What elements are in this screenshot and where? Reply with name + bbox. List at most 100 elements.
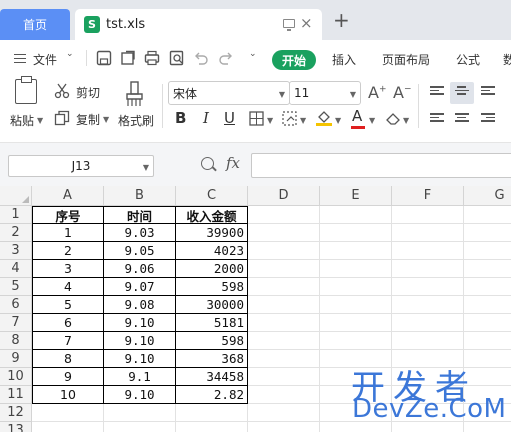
- cell-c12[interactable]: [176, 404, 248, 422]
- paste-caret-icon[interactable]: ▼: [37, 116, 43, 125]
- cell-b6[interactable]: 9.08: [104, 296, 176, 314]
- cell-d3[interactable]: [248, 242, 320, 260]
- fill-pattern-icon[interactable]: [282, 111, 298, 126]
- cell-a5[interactable]: 4: [32, 278, 104, 296]
- underline-button[interactable]: U: [224, 109, 235, 127]
- cell-c7[interactable]: 5181: [176, 314, 248, 332]
- column-header-d[interactable]: D: [248, 186, 320, 206]
- tab-home[interactable]: 首页: [0, 9, 70, 40]
- cell-c10[interactable]: 34458: [176, 368, 248, 386]
- cell-a13[interactable]: [32, 422, 104, 432]
- tab-page-layout[interactable]: 页面布局: [382, 51, 430, 68]
- cell-g4[interactable]: [464, 260, 511, 278]
- increase-font-size-icon[interactable]: A+: [368, 83, 387, 102]
- cell-a4[interactable]: 3: [32, 260, 104, 278]
- cell-c6[interactable]: 30000: [176, 296, 248, 314]
- row-header-7[interactable]: 7: [0, 314, 32, 332]
- cut-label[interactable]: 剪切: [76, 84, 100, 101]
- cell-a11[interactable]: 10: [32, 386, 104, 404]
- row-header-2[interactable]: 2: [0, 224, 32, 242]
- save-icon[interactable]: [96, 50, 112, 66]
- print-icon[interactable]: [144, 50, 160, 66]
- monitor-icon[interactable]: [283, 19, 295, 31]
- tab-insert[interactable]: 插入: [332, 51, 356, 68]
- cell-a2[interactable]: 1: [32, 224, 104, 242]
- cell-g3[interactable]: [464, 242, 511, 260]
- cell-a3[interactable]: 2: [32, 242, 104, 260]
- cell-c5[interactable]: 598: [176, 278, 248, 296]
- row-header-9[interactable]: 9: [0, 350, 32, 368]
- print-preview-icon[interactable]: [169, 50, 185, 66]
- cell-f4[interactable]: [392, 260, 464, 278]
- cell-g1[interactable]: [464, 206, 511, 224]
- cell-e5[interactable]: [320, 278, 392, 296]
- cell-e4[interactable]: [320, 260, 392, 278]
- cell-e7[interactable]: [320, 314, 392, 332]
- cell-g8[interactable]: [464, 332, 511, 350]
- name-box[interactable]: J13 ▼: [8, 155, 154, 177]
- row-header-5[interactable]: 5: [0, 278, 32, 296]
- bold-button[interactable]: B: [175, 109, 186, 127]
- cell-b5[interactable]: 9.07: [104, 278, 176, 296]
- paste-icon[interactable]: [15, 76, 37, 104]
- eraser-caret-icon[interactable]: ▼: [403, 116, 409, 125]
- cell-d8[interactable]: [248, 332, 320, 350]
- align-center-icon[interactable]: [455, 113, 469, 125]
- cell-b10[interactable]: 9.1: [104, 368, 176, 386]
- cell-g5[interactable]: [464, 278, 511, 296]
- row-header-13[interactable]: 13: [0, 422, 32, 432]
- tab-start[interactable]: 开始: [272, 50, 316, 70]
- font-name-select[interactable]: 宋体 ▼: [168, 81, 290, 105]
- cell-e2[interactable]: [320, 224, 392, 242]
- column-header-g[interactable]: G: [464, 186, 511, 206]
- align-bottom-icon[interactable]: [481, 86, 495, 98]
- cell-d6[interactable]: [248, 296, 320, 314]
- cell-f3[interactable]: [392, 242, 464, 260]
- cell-d11[interactable]: [248, 386, 320, 404]
- align-left-icon[interactable]: [430, 113, 444, 125]
- cell-d13[interactable]: [248, 422, 320, 432]
- menu-file[interactable]: 文件: [33, 51, 57, 68]
- cell-f2[interactable]: [392, 224, 464, 242]
- cell-g7[interactable]: [464, 314, 511, 332]
- row-header-8[interactable]: 8: [0, 332, 32, 350]
- cell-b2[interactable]: 9.03: [104, 224, 176, 242]
- cell-b1[interactable]: 时间: [104, 206, 176, 224]
- select-all-corner[interactable]: [0, 186, 32, 206]
- row-header-4[interactable]: 4: [0, 260, 32, 278]
- font-color-button[interactable]: A: [351, 107, 365, 129]
- row-header-3[interactable]: 3: [0, 242, 32, 260]
- fill-color-icon[interactable]: [315, 109, 333, 127]
- cell-f1[interactable]: [392, 206, 464, 224]
- row-header-10[interactable]: 10: [0, 368, 32, 386]
- redo-icon[interactable]: [218, 50, 234, 66]
- cell-a12[interactable]: [32, 404, 104, 422]
- row-header-1[interactable]: 1: [0, 206, 32, 224]
- cell-b13[interactable]: [104, 422, 176, 432]
- cell-b12[interactable]: [104, 404, 176, 422]
- copy-icon[interactable]: [54, 110, 70, 126]
- cell-d7[interactable]: [248, 314, 320, 332]
- cell-a10[interactable]: 9: [32, 368, 104, 386]
- cell-b3[interactable]: 9.05: [104, 242, 176, 260]
- align-middle-icon[interactable]: [455, 86, 469, 98]
- export-icon[interactable]: [120, 50, 136, 66]
- border-caret-icon[interactable]: ▼: [267, 116, 273, 125]
- cell-d9[interactable]: [248, 350, 320, 368]
- close-tab-icon[interactable]: ×: [300, 14, 313, 32]
- copy-caret-icon[interactable]: ▼: [103, 115, 109, 124]
- decrease-font-size-icon[interactable]: A−: [393, 83, 412, 102]
- tab-data[interactable]: 数: [503, 51, 511, 68]
- cell-e8[interactable]: [320, 332, 392, 350]
- cell-f5[interactable]: [392, 278, 464, 296]
- column-header-a[interactable]: A: [32, 186, 104, 206]
- row-header-6[interactable]: 6: [0, 296, 32, 314]
- cell-b4[interactable]: 9.06: [104, 260, 176, 278]
- cell-b8[interactable]: 9.10: [104, 332, 176, 350]
- cell-d5[interactable]: [248, 278, 320, 296]
- cell-g2[interactable]: [464, 224, 511, 242]
- cell-c4[interactable]: 2000: [176, 260, 248, 278]
- italic-button[interactable]: I: [203, 109, 209, 127]
- cell-f7[interactable]: [392, 314, 464, 332]
- format-painter-label[interactable]: 格式刷: [118, 112, 154, 129]
